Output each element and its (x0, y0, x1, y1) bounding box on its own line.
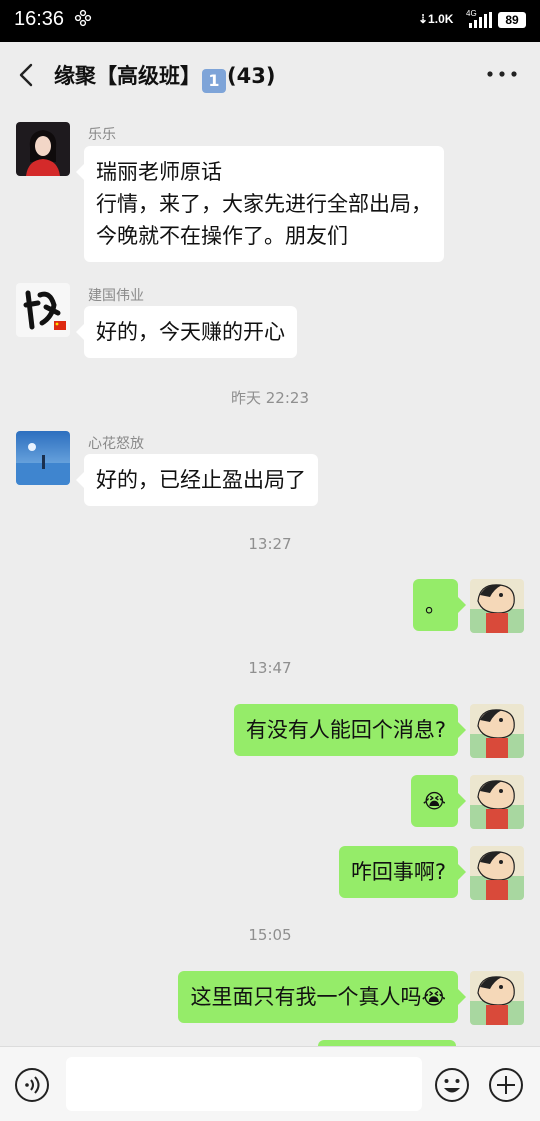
message-line: 咋回事啊? (350, 860, 446, 884)
message-bubble[interactable]: 好的，已经止盈出局了 (76, 454, 318, 506)
message-bubble[interactable]: 咋回事啊? (338, 846, 467, 898)
input-bar (0, 1046, 540, 1121)
message-line: 有没有人能回个消息? (245, 718, 446, 742)
message-bubble[interactable]: 这里面只有我一个真人吗😭 (178, 971, 466, 1023)
message-input[interactable] (66, 1057, 422, 1111)
status-time: 16:36 (14, 8, 65, 30)
sender-name: 乐乐 (88, 127, 116, 143)
avatar-cartoon-boy-icon (470, 971, 524, 1025)
avatar[interactable] (470, 971, 524, 1025)
message-bubble[interactable]: 瑞丽老师原话 行情，来了，大家先进行全部出局， 今晚就不在操作了。朋友们 (76, 146, 444, 262)
avatar-cartoon-boy-icon (470, 846, 524, 900)
avatar-cartoon-boy-icon (470, 775, 524, 829)
timestamp: 13:47 (248, 659, 292, 677)
battery-indicator: 89 (498, 12, 526, 28)
voice-icon[interactable] (14, 1067, 50, 1103)
signal-icon (469, 12, 492, 28)
chevron-left-icon[interactable] (14, 60, 40, 90)
avatar[interactable] (470, 579, 524, 633)
group-name: 缘聚【高级班】 (54, 64, 201, 88)
message-line: 。 (425, 593, 446, 617)
sender-name: 建国伟业 (88, 288, 144, 304)
avatar-woman-red-icon (16, 122, 70, 176)
message-line: 瑞丽老师原话 (96, 160, 222, 184)
message-bubble[interactable]: 。 (413, 579, 466, 631)
sender-name: 心花怒放 (88, 436, 144, 452)
avatar[interactable] (470, 846, 524, 900)
crying-emoji: 😭 (422, 789, 446, 813)
keycap-one-badge: 1 (202, 69, 226, 93)
notification-icon (74, 9, 92, 27)
avatar-lake-sunset-icon (16, 431, 70, 485)
status-bar: 16:36 ⇣1.0K 4G 89 (0, 0, 540, 42)
message-bubble[interactable]: 有没有人能回个消息? (233, 704, 467, 756)
avatar-cartoon-boy-icon (470, 579, 524, 633)
message-line: 行情，来了，大家先进行全部出局， (96, 192, 432, 216)
message-bubble[interactable]: 好的，今天赚的开心 (76, 306, 297, 358)
avatar-cartoon-boy-icon (470, 704, 524, 758)
more-dots-icon[interactable] (484, 64, 520, 84)
avatar[interactable] (470, 775, 524, 829)
message-line: 好的，已经止盈出局了 (96, 468, 306, 492)
message-line: 这里面只有我一个真人吗😭 (190, 985, 446, 1009)
timestamp: 昨天 22:23 (231, 389, 309, 407)
avatar[interactable] (16, 283, 70, 337)
avatar-calligraphy-icon (16, 283, 70, 337)
network-speed: ⇣1.0K (418, 12, 454, 26)
timestamp: 13:27 (248, 535, 292, 553)
chat-header: 缘聚【高级班】 1 (43) (0, 42, 540, 108)
message-line: 好的，今天赚的开心 (96, 320, 285, 344)
avatar[interactable] (470, 704, 524, 758)
plus-icon[interactable] (488, 1067, 524, 1103)
timestamp: 15:05 (248, 926, 292, 944)
chat-title: 缘聚【高级班】 1 (43) (54, 60, 275, 93)
smiley-icon[interactable] (434, 1067, 470, 1103)
message-line: 今晚就不在操作了。朋友们 (96, 224, 348, 248)
member-count: (43) (227, 64, 276, 88)
message-bubble[interactable]: 😭 (410, 775, 467, 827)
avatar[interactable] (16, 431, 70, 485)
avatar[interactable] (16, 122, 70, 176)
